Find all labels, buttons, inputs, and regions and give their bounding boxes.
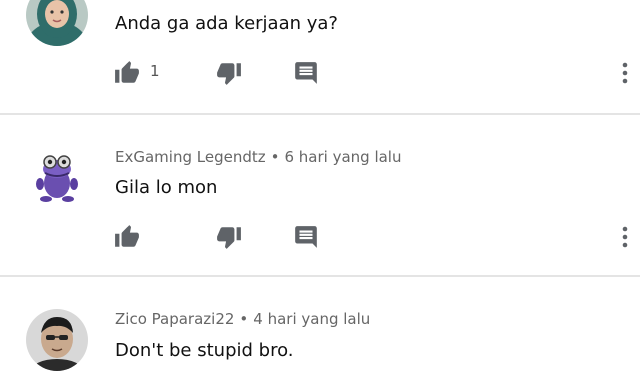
more-vert-icon [622, 62, 628, 84]
reply-comment-icon [295, 62, 317, 84]
thumb-up-icon [115, 225, 139, 247]
commenter-avatar[interactable] [26, 147, 88, 209]
comment-text: Anda ga ada kerjaan ya? [115, 13, 338, 34]
comment-actions [0, 222, 640, 252]
thumb-up-icon [115, 61, 139, 83]
comment-text: Gila lo mon [115, 177, 218, 198]
meta-separator: • [270, 148, 280, 166]
avatar-purple-frog-icon [26, 147, 88, 209]
dislike-button[interactable] [216, 222, 242, 252]
commenter-avatar[interactable] [26, 0, 88, 46]
comment-text: Don't be stupid bro. [115, 340, 294, 361]
commenter-avatar[interactable] [26, 309, 88, 371]
avatar-hijab-woman-icon [26, 0, 88, 46]
comment-meta: ExGaming Legendtz • 6 hari yang lalu [115, 148, 401, 166]
comment-divider [0, 113, 640, 115]
comment-divider [0, 275, 640, 277]
reply-comment-icon [295, 226, 317, 248]
comment-meta: Zico Paparazi22 • 4 hari yang lalu [115, 310, 370, 328]
thumb-down-icon [217, 227, 241, 249]
like-button[interactable] [114, 58, 140, 88]
meta-separator: • [239, 310, 249, 328]
dislike-button[interactable] [216, 58, 242, 88]
thumb-down-icon [217, 63, 241, 85]
comment-author[interactable]: ExGaming Legendtz [115, 148, 266, 166]
like-button[interactable] [114, 222, 140, 252]
reply-button[interactable] [293, 58, 319, 88]
comment-time: 4 hari yang lalu [253, 310, 371, 328]
more-vert-icon [622, 226, 628, 248]
like-count: 1 [150, 62, 160, 80]
more-options-button[interactable] [614, 222, 636, 252]
comment-actions: 1 [0, 58, 640, 88]
avatar-man-photo-icon [26, 309, 88, 371]
comment-time: 6 hari yang lalu [284, 148, 402, 166]
reply-button[interactable] [293, 222, 319, 252]
comment-author[interactable]: Zico Paparazi22 [115, 310, 234, 328]
more-options-button[interactable] [614, 58, 636, 88]
